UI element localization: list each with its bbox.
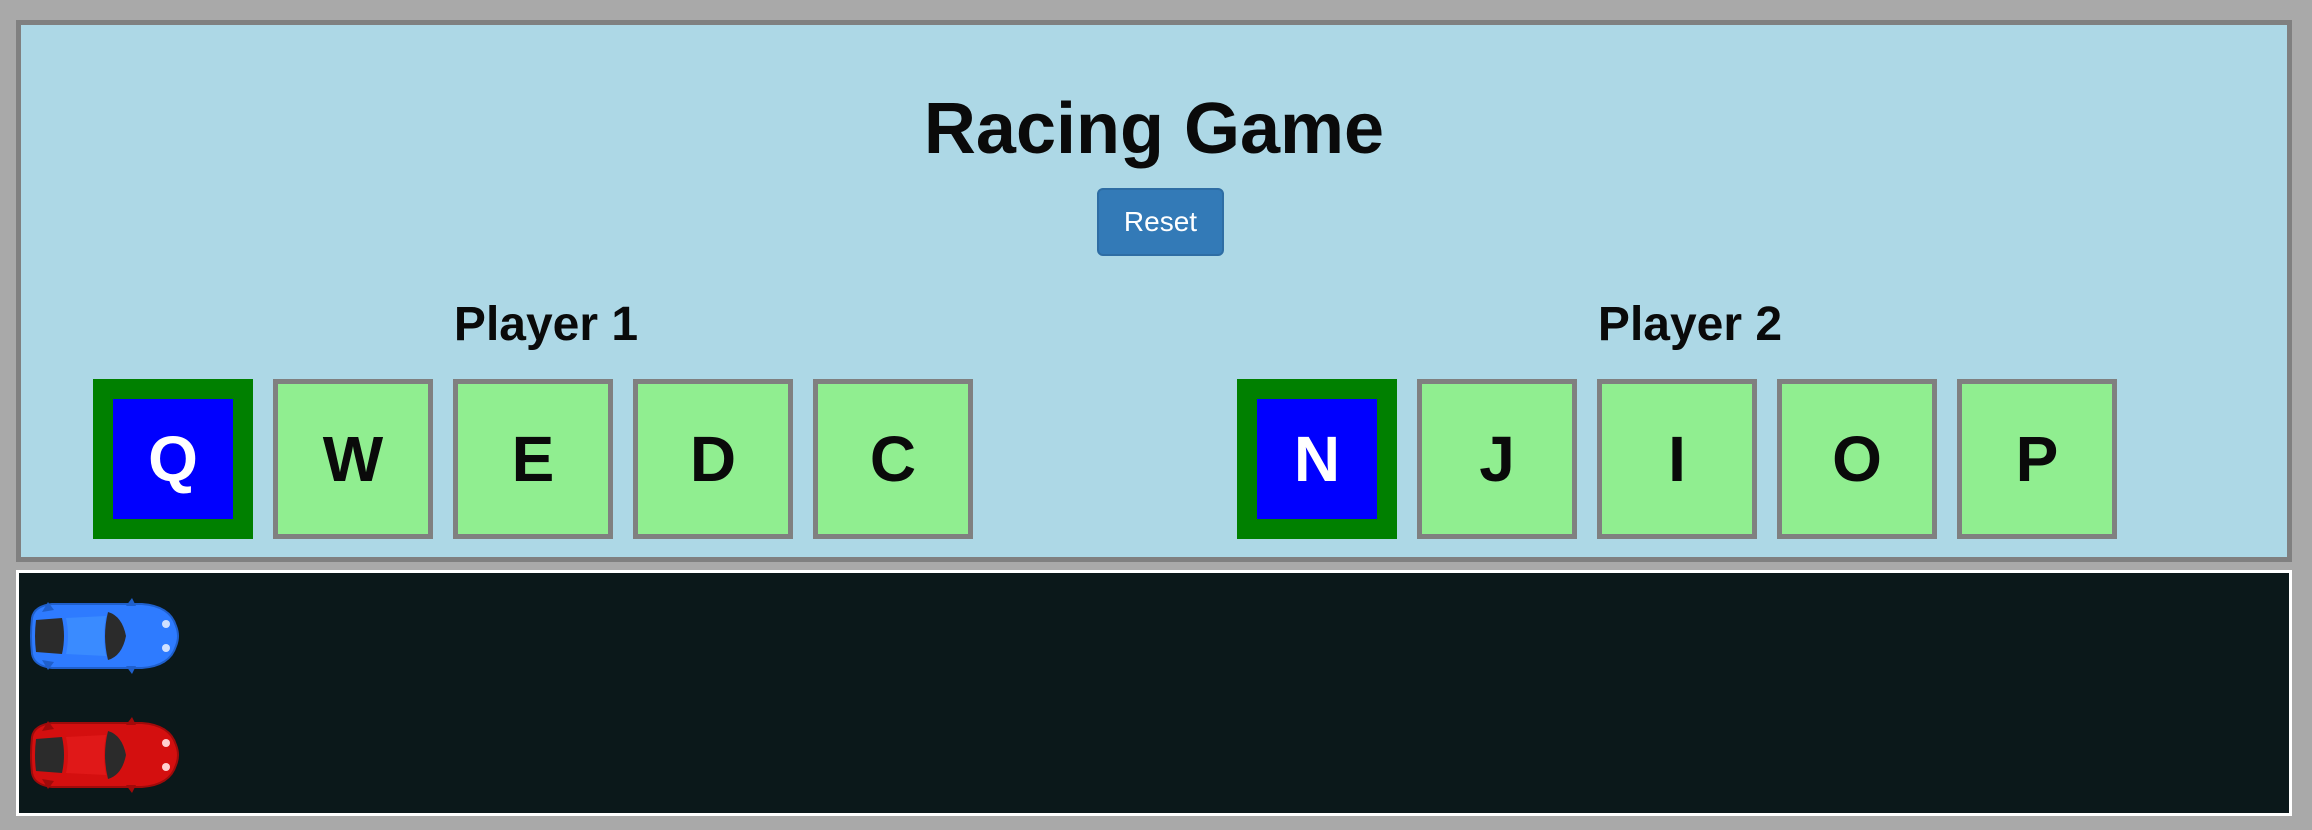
player-2-label: Player 2	[1597, 298, 1783, 351]
key-tile[interactable]: J	[1417, 379, 1577, 539]
key-tile[interactable]: I	[1597, 379, 1757, 539]
key-tile[interactable]: D	[633, 379, 793, 539]
key-tile[interactable]: W	[273, 379, 433, 539]
game-panel: Racing Game Reset Player 1 Q W E D C Pla…	[16, 20, 2292, 562]
key-tile[interactable]: P	[1957, 379, 2117, 539]
player-2-section: Player 2 N J I O P	[1237, 295, 2143, 539]
key-tile[interactable]: Q	[93, 379, 253, 539]
player-2-key-sequence: N J I O P	[1237, 379, 2117, 539]
player-1-section: Player 1 Q W E D C	[93, 295, 999, 539]
player-1-label: Player 1	[453, 298, 639, 351]
key-tile[interactable]: N	[1237, 379, 1397, 539]
race-track	[16, 570, 2292, 816]
player-1-key-sequence: Q W E D C	[93, 379, 973, 539]
player-2-car-icon	[30, 717, 179, 793]
player-1-car-icon	[30, 598, 179, 674]
game-title: Racing Game	[923, 89, 1385, 169]
reset-button[interactable]: Reset	[1097, 188, 1224, 256]
key-tile[interactable]: E	[453, 379, 613, 539]
key-tile[interactable]: O	[1777, 379, 1937, 539]
key-tile[interactable]: C	[813, 379, 973, 539]
